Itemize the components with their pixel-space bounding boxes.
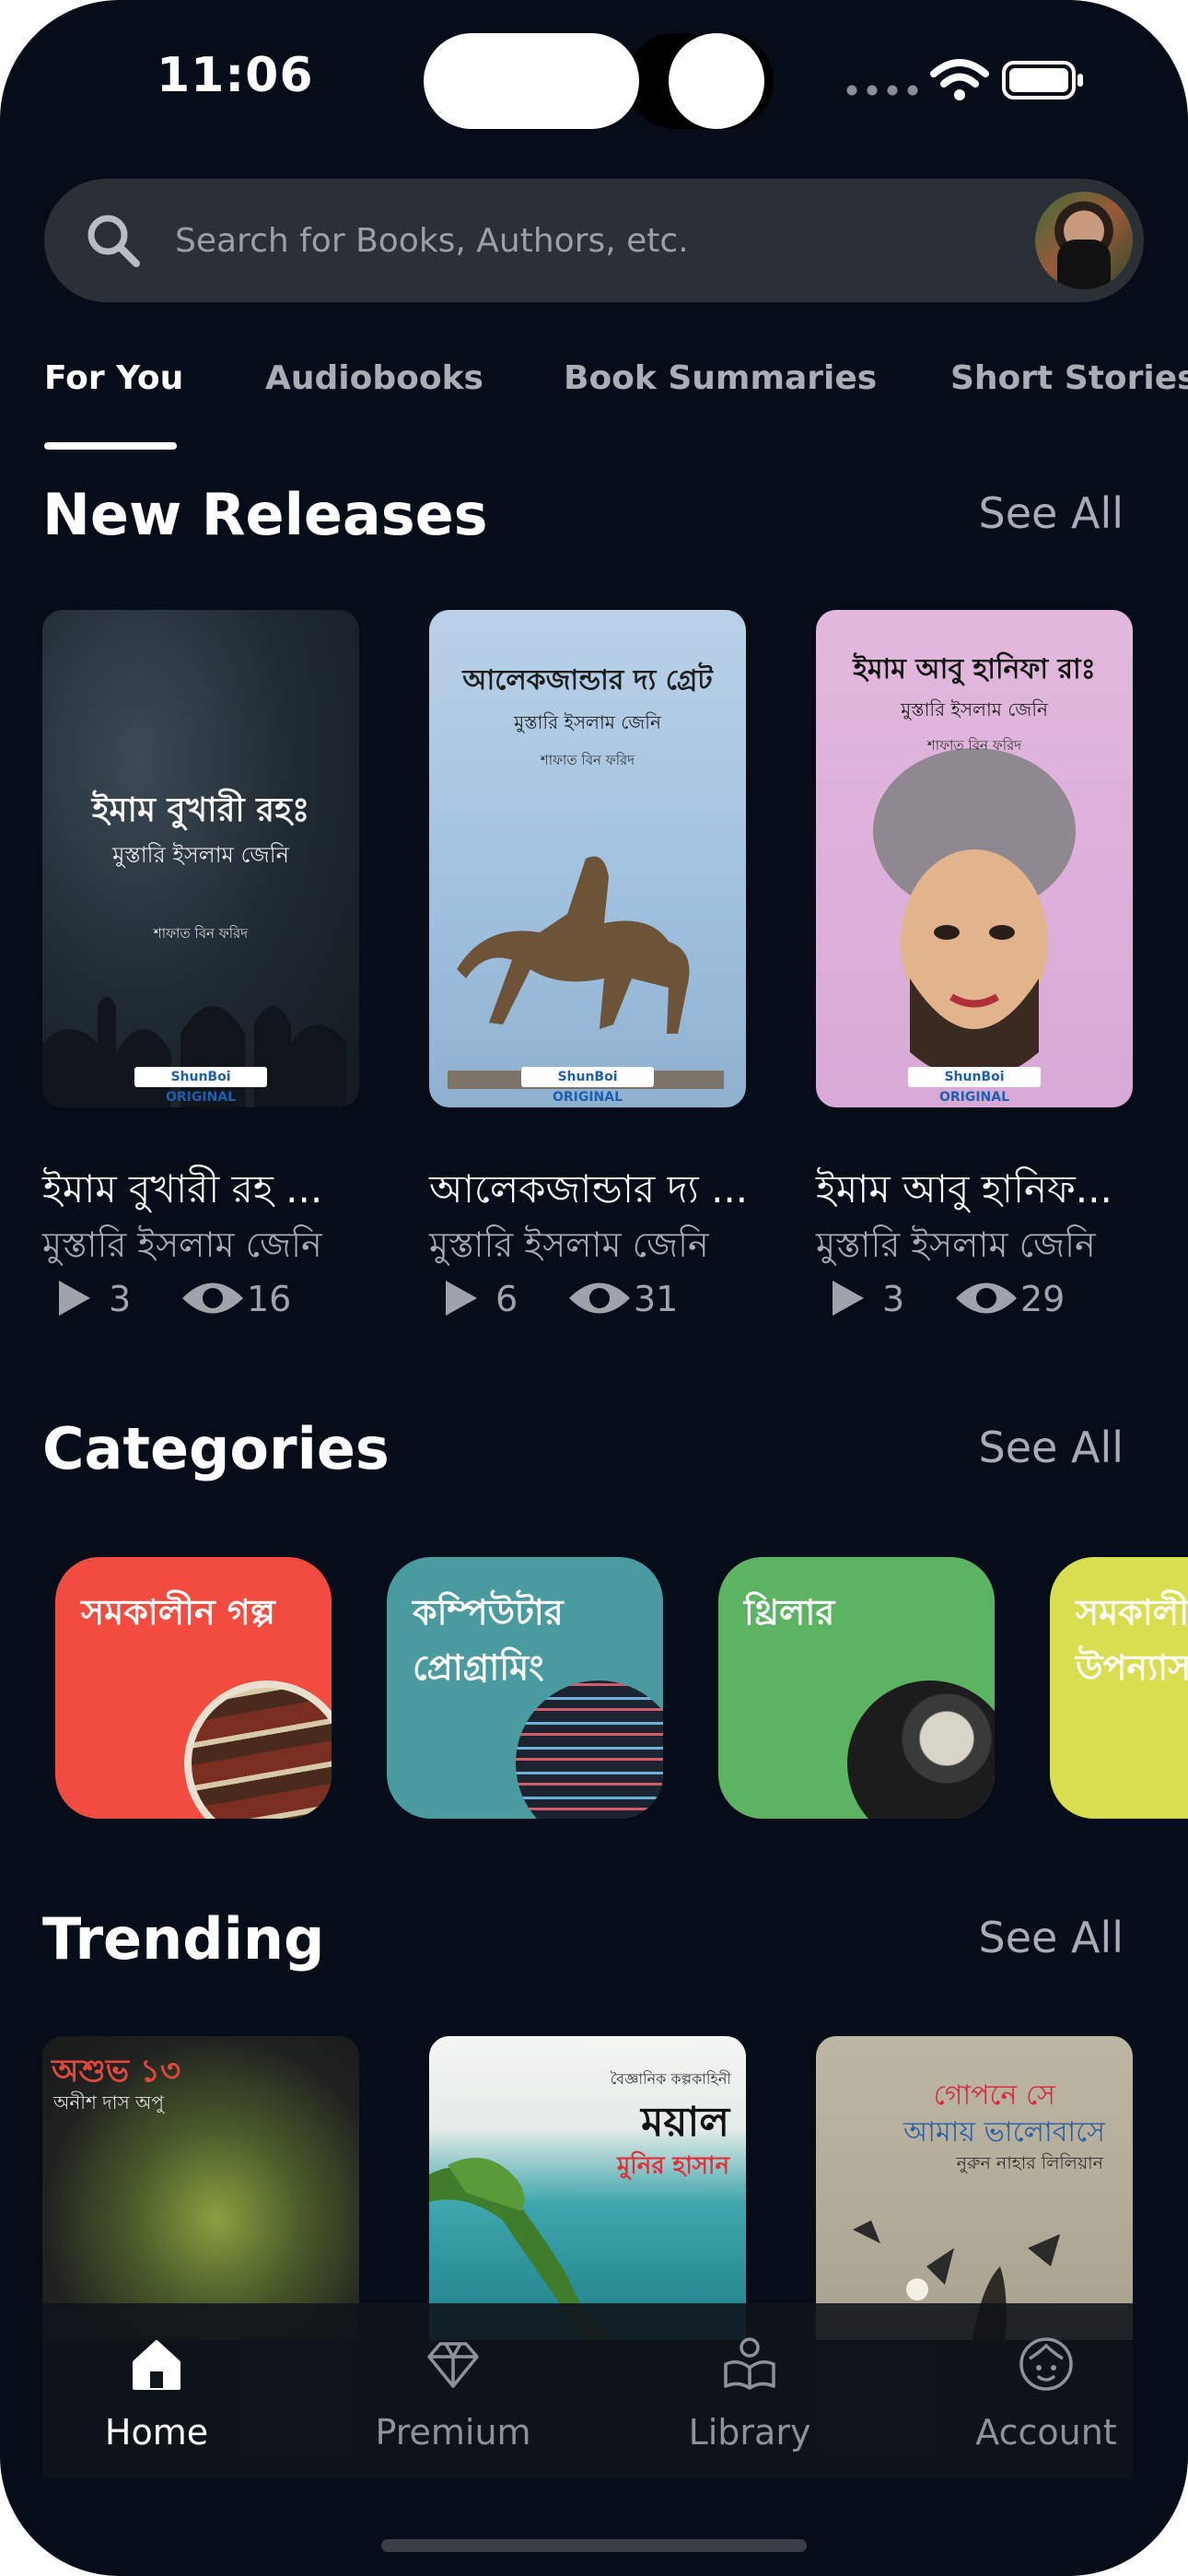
nav-label: Account xyxy=(975,2412,1117,2453)
nav-item-premium[interactable]: Premium xyxy=(343,2335,564,2473)
section-title-trending: Trending xyxy=(42,1905,325,1973)
nav-item-library[interactable]: Library xyxy=(639,2335,860,2473)
book-cover[interactable]: ইমাম আবু হানিফা রাঃ মুস্তারি ইসলাম জেনি … xyxy=(816,610,1133,1107)
section-title-categories: Categories xyxy=(42,1415,390,1482)
eye-icon xyxy=(569,1282,630,1314)
home-indicator xyxy=(381,2539,807,2552)
tab-book-summaries[interactable]: Book Summaries xyxy=(564,359,877,397)
shunboi-original-badge: ShunBoi ORIGINAL xyxy=(908,1067,1041,1105)
view-count: 31 xyxy=(634,1279,679,1319)
see-all-categories-button[interactable]: See All xyxy=(979,1423,1124,1472)
nav-item-account[interactable]: Account xyxy=(936,2335,1157,2473)
active-tab-indicator xyxy=(44,442,177,450)
cover-title: আলেকজান্ডার দ্য গ্রেট xyxy=(462,664,713,697)
signal-dots-icon xyxy=(842,85,925,96)
home-icon xyxy=(133,2340,181,2390)
nav-item-home[interactable]: Home xyxy=(46,2335,267,2473)
wifi-icon xyxy=(930,59,989,100)
cover-author: মুস্তারি ইসলাম জেনি xyxy=(514,711,661,733)
cover-author: নুরুন নাহার লিলিয়ান xyxy=(956,2153,1103,2173)
category-card-thriller[interactable]: থ্রিলার xyxy=(718,1557,995,1819)
book-cover[interactable]: আলেকজান্ডার দ্য গ্রেট মুস্তারি ইসলাম জেন… xyxy=(429,610,746,1107)
status-time: 11:06 xyxy=(157,48,314,103)
nav-label: Premium xyxy=(375,2412,531,2453)
cover-author: অনীশ দাস অপু xyxy=(53,2091,164,2113)
horse-statue-icon xyxy=(448,856,724,1089)
see-all-new-releases-button[interactable]: See All xyxy=(979,488,1124,538)
tab-short-stories[interactable]: Short Stories xyxy=(950,359,1188,397)
cover-credit: শাফাত বিন ফরিদ xyxy=(926,737,1022,754)
phone-screen: 11:06 For You Audiobooks Book Summaries … xyxy=(0,0,1188,2576)
code-screen-image xyxy=(516,1680,663,1819)
cover-title: ইমাম বুখারী রহঃ xyxy=(91,790,310,829)
view-count: 29 xyxy=(1020,1279,1066,1319)
cover-credit: শাফাত বিন ফরিদ xyxy=(153,925,249,942)
category-card-contemporary-story[interactable]: সমকালীন গল্প xyxy=(55,1557,332,1819)
book-author: মুস্তারি ইসলাম জেনি xyxy=(429,1224,709,1265)
trending-book-cover[interactable]: অশুভ ১৩ অনীশ দাস অপু xyxy=(42,2036,359,2340)
section-title-new-releases: New Releases xyxy=(42,481,488,548)
book-title: আলেকজান্ডার দ্য ... xyxy=(429,1166,749,1212)
dynamic-island-pill xyxy=(424,33,639,129)
avatar[interactable] xyxy=(1035,192,1133,289)
cover-author: মুস্তারি ইসলাম জেনি xyxy=(901,698,1048,720)
category-label: থ্রিলার xyxy=(744,1591,835,1633)
battery-icon xyxy=(1002,61,1083,100)
dynamic-island-dot xyxy=(669,33,764,129)
book-title: ইমাম বুখারী রহ ... xyxy=(42,1166,323,1212)
category-label: সমকালীন গল্প xyxy=(81,1591,275,1633)
play-icon xyxy=(446,1281,477,1316)
trending-book-cover[interactable]: বৈজ্ঞানিক কল্পকাহিনী ময়াল মুনির হাসান xyxy=(429,2036,746,2340)
nav-label: Home xyxy=(104,2412,209,2453)
account-icon xyxy=(1019,2337,1073,2391)
status-indicators xyxy=(838,57,1087,103)
eye-icon xyxy=(956,1282,1017,1314)
category-label: কম্পিউটার প্রোগ্রামিং xyxy=(413,1591,564,1688)
book-title: ইমাম আবু হানিফ... xyxy=(816,1166,1112,1212)
tab-audiobooks[interactable]: Audiobooks xyxy=(265,359,483,397)
books-stack-image xyxy=(184,1680,332,1819)
portrait-illustration-icon xyxy=(873,748,1076,1080)
book-author: মুস্তারি ইসলাম জেনি xyxy=(42,1224,322,1265)
cover-credit: শাফাত বিন ফরিদ xyxy=(540,752,635,768)
play-icon xyxy=(833,1281,864,1316)
see-all-trending-button[interactable]: See All xyxy=(979,1913,1124,1962)
play-icon xyxy=(59,1281,90,1316)
play-count: 6 xyxy=(495,1279,518,1319)
diamond-icon xyxy=(427,2342,479,2388)
eye-icon xyxy=(182,1282,243,1314)
search-bar[interactable] xyxy=(44,179,1144,302)
book-stats: 3 16 xyxy=(59,1275,363,1321)
trending-book-cover[interactable]: গোপনে সে আমায় ভালোবাসে নুরুন নাহার লিলি… xyxy=(816,2036,1133,2340)
search-icon xyxy=(87,215,140,267)
cover-title: ইমাম আবু হানিফা রাঃ xyxy=(853,653,1096,685)
book-author: মুস্তারি ইসলাম জেনি xyxy=(816,1224,1096,1265)
cover-author: মুস্তারি ইসলাম জেনি xyxy=(112,842,289,868)
book-cover[interactable]: ইমাম বুখারী রহঃ মুস্তারি ইসলাম জেনি শাফা… xyxy=(42,610,359,1107)
play-count: 3 xyxy=(882,1279,905,1319)
category-card-contemporary-novel[interactable]: সমকালীন উপন্যাস xyxy=(1050,1557,1188,1819)
shunboi-original-badge: ShunBoi ORIGINAL xyxy=(134,1067,267,1105)
bottom-navigation: Home Premium Library Account xyxy=(42,2303,1133,2478)
cover-kicker: বৈজ্ঞানিক কল্পকাহিনী xyxy=(610,2070,731,2088)
play-count: 3 xyxy=(109,1279,132,1319)
detective-image xyxy=(847,1680,995,1819)
category-card-computer-programming[interactable]: কম্পিউটার প্রোগ্রামিং xyxy=(387,1557,663,1819)
tab-for-you[interactable]: For You xyxy=(44,359,183,397)
nav-label: Library xyxy=(688,2412,811,2453)
book-icon xyxy=(724,2337,775,2390)
category-label: সমকালীন উপন্যাস xyxy=(1076,1591,1188,1688)
search-input[interactable] xyxy=(175,210,1004,271)
view-count: 16 xyxy=(247,1279,292,1319)
shunboi-original-badge: ShunBoi ORIGINAL xyxy=(521,1067,654,1105)
book-stats: 6 31 xyxy=(446,1275,750,1321)
book-stats: 3 29 xyxy=(833,1275,1136,1321)
cover-author: মুনির হাসান xyxy=(616,2152,729,2180)
